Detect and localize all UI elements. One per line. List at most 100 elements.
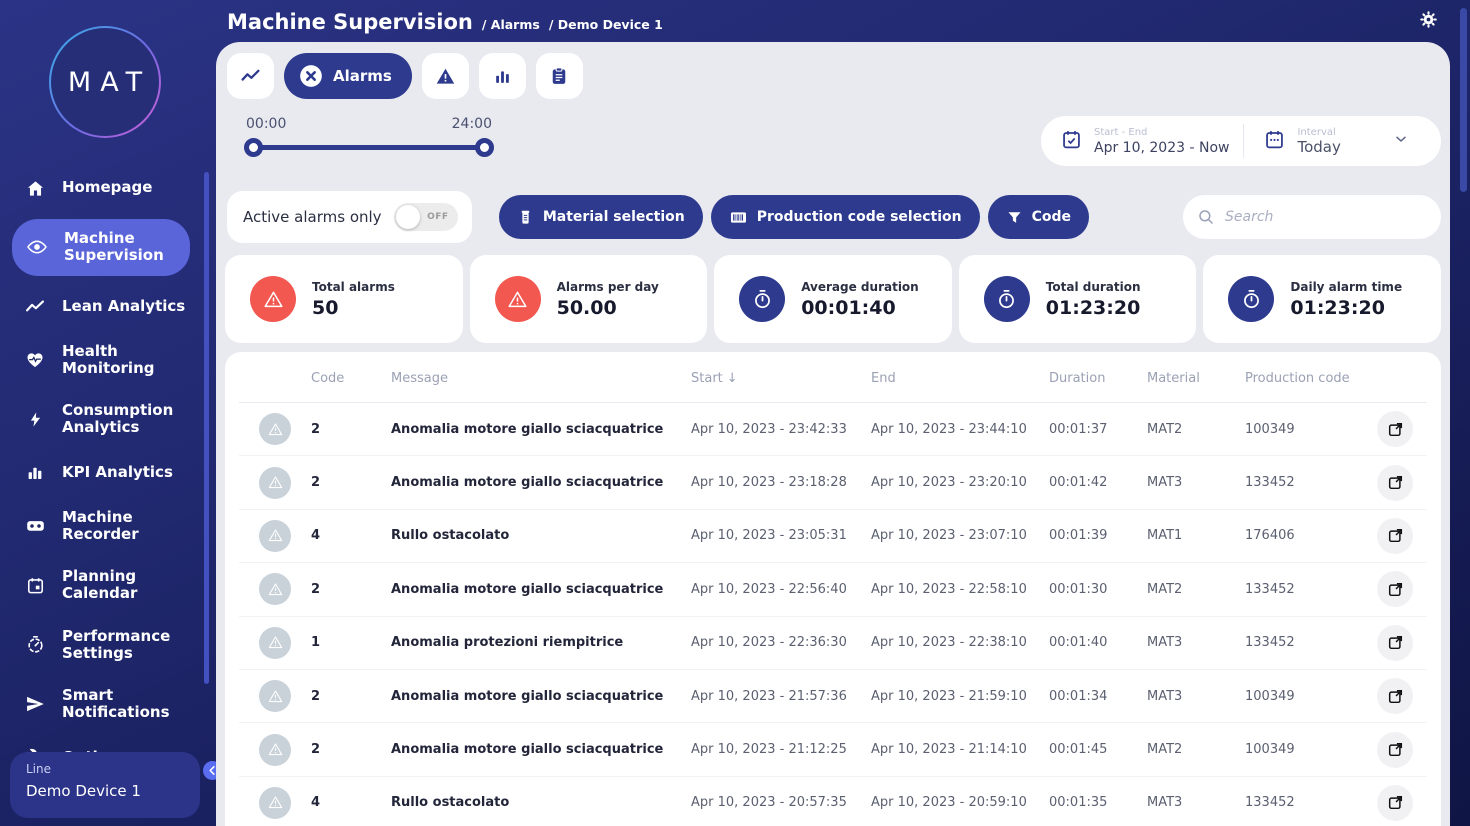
gauge-icon <box>24 634 46 656</box>
production-code-selection-button[interactable]: Production code selection <box>710 195 980 239</box>
cell-code: 2 <box>311 688 321 704</box>
open-alarm-button[interactable] <box>1377 624 1413 661</box>
cell-end: Apr 10, 2023 - 22:58:10 <box>871 581 1027 597</box>
interval-dropdown[interactable]: Interval Today <box>1244 127 1441 156</box>
active-alarms-toggle[interactable]: OFF <box>393 203 458 231</box>
table-row[interactable]: 1 Anomalia protezioni riempitrice Apr 10… <box>239 617 1427 670</box>
open-in-new-icon <box>1388 529 1402 543</box>
table-row[interactable]: 2 Anomalia motore giallo sciacquatrice A… <box>239 456 1427 510</box>
alarm-avatar-icon <box>259 573 291 606</box>
open-in-new-icon <box>1388 476 1402 490</box>
cell-code: 2 <box>311 475 321 491</box>
cell-end: Apr 10, 2023 - 22:38:10 <box>871 635 1027 651</box>
cell-start: Apr 10, 2023 - 23:05:31 <box>691 528 847 544</box>
open-alarm-button[interactable] <box>1377 678 1413 715</box>
cell-end: Apr 10, 2023 - 21:59:10 <box>871 688 1027 704</box>
cell-duration: 00:01:40 <box>1049 635 1108 651</box>
slider-start-label: 00:00 <box>246 116 287 132</box>
cell-material: MAT3 <box>1147 475 1183 491</box>
breadcrumb-alarms[interactable]: Alarms <box>491 17 540 32</box>
slider-track[interactable] <box>246 145 492 150</box>
time-slider: 00:00 24:00 <box>244 116 494 157</box>
page-title: Machine Supervision <box>227 10 473 34</box>
sidebar-item-homepage[interactable]: Homepage <box>0 172 200 204</box>
home-icon <box>24 177 46 199</box>
tab-warnings[interactable] <box>421 53 469 99</box>
sidebar-item-performance-settings[interactable]: Performance Settings <box>0 623 200 668</box>
table-row[interactable]: 4 Rullo ostacolato Apr 10, 2023 - 23:05:… <box>239 510 1427 564</box>
col-production-code[interactable]: Production code <box>1245 371 1363 386</box>
open-alarm-button[interactable] <box>1377 464 1413 501</box>
open-alarm-button[interactable] <box>1377 411 1413 448</box>
heart-pulse-icon <box>24 349 46 371</box>
calendar-check-icon <box>1061 129 1082 154</box>
tab-trend[interactable] <box>227 53 274 99</box>
code-filter-button[interactable]: Code <box>987 195 1089 239</box>
open-alarm-button[interactable] <box>1377 731 1413 768</box>
cell-production-code: 100349 <box>1245 688 1295 704</box>
search-input[interactable] <box>1223 208 1427 226</box>
tab-report[interactable] <box>535 53 583 99</box>
open-in-new-icon <box>1388 742 1402 757</box>
sidebar-scrollbar[interactable] <box>204 172 209 684</box>
col-message[interactable]: Message <box>391 371 691 386</box>
cell-start: Apr 10, 2023 - 21:57:36 <box>691 688 847 704</box>
cell-message: Anomalia motore giallo sciacquatrice <box>391 688 664 704</box>
open-alarm-button[interactable] <box>1377 784 1413 821</box>
cell-code: 2 <box>311 742 321 758</box>
filter-buttons: Material selection Production code selec… <box>498 195 1089 239</box>
date-range-picker[interactable]: Start - End Apr 10, 2023 - Now <box>1041 127 1243 156</box>
cell-production-code: 100349 <box>1245 421 1295 437</box>
tab-alarms[interactable]: Alarms <box>284 53 412 99</box>
sidebar-item-planning-calendar[interactable]: Planning Calendar <box>0 563 200 608</box>
cell-end: Apr 10, 2023 - 20:59:10 <box>871 795 1027 811</box>
alarm-icon <box>494 276 541 322</box>
alarm-avatar-icon <box>259 519 291 552</box>
cell-start: Apr 10, 2023 - 22:36:30 <box>691 635 847 651</box>
stopwatch-icon <box>983 276 1030 322</box>
cell-start: Apr 10, 2023 - 21:12:25 <box>691 742 847 758</box>
open-alarm-button[interactable] <box>1377 517 1413 554</box>
alarm-avatar-icon <box>259 786 291 819</box>
cell-production-code: 133452 <box>1245 795 1295 811</box>
cell-message: Anomalia motore giallo sciacquatrice <box>391 742 664 758</box>
col-code[interactable]: Code <box>311 371 391 386</box>
cell-start: Apr 10, 2023 - 23:18:28 <box>691 475 847 491</box>
sidebar-item-kpi-analytics[interactable]: KPI Analytics <box>0 457 200 489</box>
page-scrollbar[interactable] <box>1460 8 1467 192</box>
cell-message: Anomalia protezioni riempitrice <box>391 635 624 651</box>
sidebar-item-consumption-analytics[interactable]: Consumption Analytics <box>0 397 200 442</box>
sidebar-item-health-monitoring[interactable]: Health Monitoring <box>0 338 200 383</box>
slider-handle-end[interactable] <box>475 138 494 157</box>
sidebar-item-machine-recorder[interactable]: Machine Recorder <box>0 504 200 549</box>
logo-text: MAT <box>67 66 152 98</box>
send-icon <box>24 693 46 715</box>
sidebar-item-machine-supervision[interactable]: Machine Supervision <box>12 219 190 276</box>
tab-statistics[interactable] <box>478 53 526 99</box>
col-material[interactable]: Material <box>1147 371 1245 386</box>
col-end[interactable]: End <box>871 371 1049 386</box>
alarm-avatar-icon <box>259 626 291 659</box>
table-row[interactable]: 2 Anomalia motore giallo sciacquatrice A… <box>239 403 1427 457</box>
sidebar-item-smart-notifications[interactable]: Smart Notifications <box>0 682 200 727</box>
table-row[interactable]: 2 Anomalia motore giallo sciacquatrice A… <box>239 670 1427 724</box>
open-alarm-button[interactable] <box>1377 571 1413 608</box>
col-duration[interactable]: Duration <box>1049 371 1147 386</box>
x-circle-icon <box>300 65 322 87</box>
toggle-knob <box>395 205 420 229</box>
settings-gear-icon[interactable] <box>1419 10 1438 32</box>
cell-duration: 00:01:39 <box>1049 528 1108 544</box>
table-body: 2 Anomalia motore giallo sciacquatrice A… <box>239 403 1427 826</box>
slider-handle-start[interactable] <box>244 138 263 157</box>
material-icon <box>521 210 530 224</box>
toggle-state-label: OFF <box>427 212 449 222</box>
table-row[interactable]: 4 Rullo ostacolato Apr 10, 2023 - 20:57:… <box>239 777 1427 826</box>
material-selection-button[interactable]: Material selection <box>498 195 703 239</box>
table-row[interactable]: 2 Anomalia motore giallo sciacquatrice A… <box>239 563 1427 617</box>
table-row[interactable]: 2 Anomalia motore giallo sciacquatrice A… <box>239 723 1427 777</box>
device-selector[interactable]: Line Demo Device 1 <box>10 752 200 818</box>
col-start[interactable]: Start ↓ <box>691 371 871 386</box>
cell-message: Anomalia motore giallo sciacquatrice <box>391 581 664 597</box>
sidebar-item-lean-analytics[interactable]: Lean Analytics <box>0 291 200 323</box>
breadcrumb-device[interactable]: Demo Device 1 <box>558 17 663 32</box>
